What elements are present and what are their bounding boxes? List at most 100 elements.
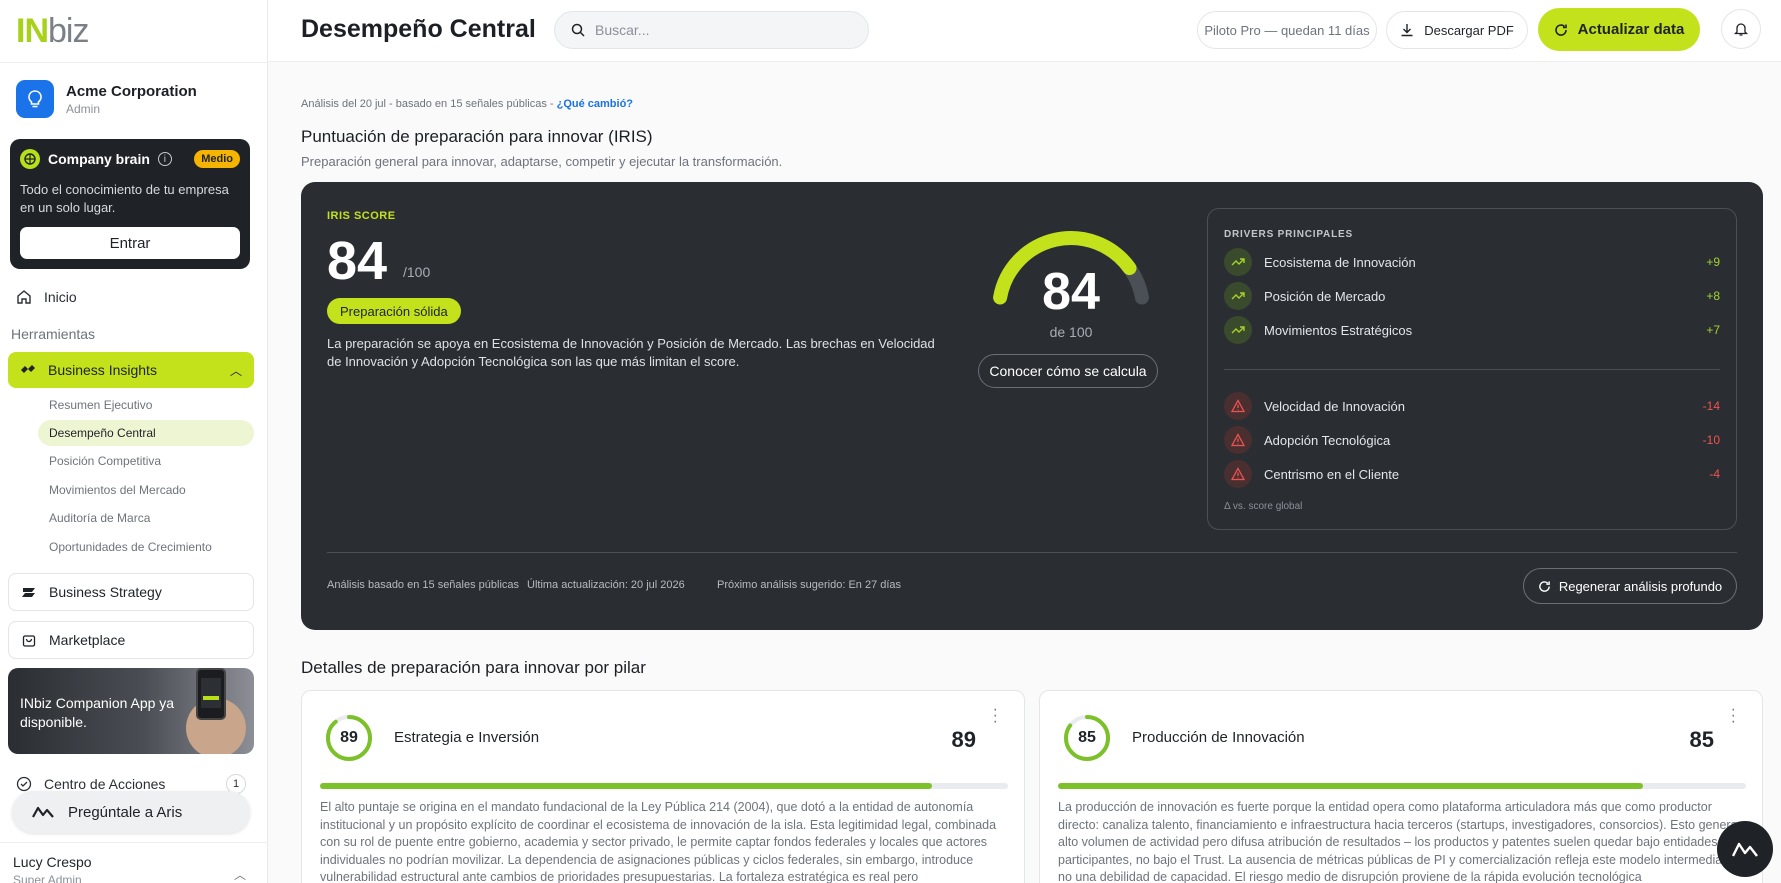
- search-icon: [571, 23, 585, 37]
- drivers-panel: DRIVERS PRINCIPALES Ecosistema de Innova…: [1207, 208, 1737, 530]
- insights-icon: [21, 365, 35, 373]
- warning-icon: [1224, 426, 1252, 454]
- ask-aris-button[interactable]: Pregúntale a Aris: [12, 791, 250, 833]
- strategy-icon: [22, 588, 35, 597]
- pillar-score: 85: [1689, 727, 1714, 752]
- brain-logo-icon: [20, 149, 40, 169]
- pillar-card: 85 Producción de Innovación 85 · · · La pr…: [1039, 690, 1763, 883]
- nav-business-insights[interactable]: Business Insights ︿: [8, 352, 254, 388]
- inbiz-logo[interactable]: INbiz: [16, 12, 89, 51]
- driver-name: Movimientos Estratégicos: [1264, 322, 1413, 338]
- nav-marketplace-label: Marketplace: [49, 632, 126, 648]
- iris-score-card: IRIS SCORE 84 /100 Preparación sólida La…: [301, 182, 1763, 630]
- ask-aris-label: Pregúntale a Aris: [68, 803, 183, 821]
- divider: [0, 62, 268, 63]
- top-header: Desempeño Central Buscar... Piloto Pro —…: [268, 0, 1781, 62]
- trending-up-icon: [1224, 282, 1252, 310]
- driver-delta: -10: [1702, 433, 1720, 447]
- trending-up-icon: [1224, 248, 1252, 276]
- search-input[interactable]: Buscar...: [554, 11, 869, 49]
- pilot-status-pill[interactable]: Piloto Pro — quedan 11 días: [1197, 11, 1377, 49]
- pillar-description: El alto puntaje se origina en el mandato…: [320, 800, 997, 883]
- iris-section-subtitle: Preparación general para innovar, adapta…: [301, 154, 783, 169]
- driver-row: Velocidad de Innovación -14: [1224, 391, 1720, 421]
- driver-row: Adopción Tecnológica -10: [1224, 425, 1720, 455]
- brain-level-badge: Medio: [194, 150, 240, 168]
- chevron-up-icon: ︿: [229, 363, 242, 378]
- driver-row: Posición de Mercado +8: [1224, 281, 1720, 311]
- trending-up-icon: [1224, 316, 1252, 344]
- driver-name: Posición de Mercado: [1264, 288, 1386, 304]
- home-icon: [17, 290, 31, 304]
- warning-icon: [1224, 460, 1252, 488]
- sidebar: INbiz Acme Corporation Admin Company bra…: [0, 0, 268, 883]
- update-data-button[interactable]: Actualizar data: [1538, 8, 1700, 51]
- driver-name: Adopción Tecnológica: [1264, 432, 1391, 448]
- driver-delta: +9: [1706, 255, 1720, 269]
- nav-business-strategy[interactable]: Business Strategy: [8, 573, 254, 611]
- drivers-divider: [1224, 369, 1720, 370]
- download-pdf-button[interactable]: Descargar PDF: [1386, 11, 1528, 49]
- download-pdf-label: Descargar PDF: [1424, 22, 1514, 38]
- sub-auditoria-marca[interactable]: Auditoría de Marca: [38, 505, 254, 531]
- footer-signals: Análisis basado en 15 señales públicas: [327, 579, 520, 591]
- search-placeholder: Buscar...: [595, 22, 650, 38]
- nav-inicio[interactable]: Inicio: [16, 289, 77, 305]
- section-herramientas: Herramientas: [11, 326, 96, 342]
- footer-next-analysis: Próximo análisis sugerido: En 27 días: [717, 579, 902, 591]
- shopping-bag-icon: [22, 635, 36, 647]
- sub-desempeno-central[interactable]: Desempeño Central: [38, 420, 254, 446]
- pillar-name: Producción de Innovación: [1132, 729, 1305, 746]
- companion-app-promo[interactable]: INbiz Companion App ya disponible.: [8, 668, 254, 754]
- page-title: Desempeño Central: [301, 15, 536, 43]
- readiness-badge: Preparación sólida: [327, 298, 461, 324]
- nav-inicio-label: Inicio: [44, 289, 77, 305]
- pillars-title: Detalles de preparación para innovar por…: [301, 658, 646, 677]
- brain-enter-button[interactable]: Entrar: [20, 227, 240, 259]
- driver-row: Ecosistema de Innovación +9: [1224, 247, 1720, 277]
- nav-business-strategy-label: Business Strategy: [49, 584, 162, 600]
- regenerate-analysis-button[interactable]: Regenerar análisis profundo: [1523, 568, 1737, 604]
- notifications-bell-icon[interactable]: [1721, 9, 1761, 49]
- aris-chat-fab[interactable]: [1717, 821, 1773, 877]
- pillar-score: 89: [951, 727, 976, 752]
- sub-oportunidades-crecimiento[interactable]: Oportunidades de Crecimiento: [38, 534, 254, 560]
- iris-divider: [327, 552, 1737, 553]
- driver-row: Centrismo en el Cliente -4: [1224, 459, 1720, 489]
- driver-row: Movimientos Estratégicos +7: [1224, 315, 1720, 345]
- driver-delta: -4: [1709, 467, 1720, 481]
- nav-marketplace[interactable]: Marketplace: [8, 621, 254, 659]
- info-icon[interactable]: i: [157, 152, 172, 166]
- sub-movimientos-mercado[interactable]: Movimientos del Mercado: [38, 477, 254, 503]
- pillar-progress-track: [320, 783, 1008, 789]
- org-name: Acme Corporation: [66, 82, 197, 100]
- gauge-subtitle: de 100: [1049, 324, 1093, 340]
- user-role: Super Admin: [13, 873, 82, 883]
- drivers-title: DRIVERS PRINCIPALES: [1224, 229, 1353, 240]
- what-changed-link[interactable]: ¿Qué cambió?: [557, 98, 633, 110]
- org-switcher[interactable]: Acme Corporation Admin: [16, 80, 197, 118]
- nav-acciones-label: Centro de Acciones: [44, 776, 166, 792]
- main-content: Análisis del 20 jul - basado en 15 señal…: [268, 62, 1781, 883]
- drivers-footnote: Δ vs. score global: [1224, 501, 1303, 512]
- more-vertical-icon[interactable]: · · ·: [1731, 702, 1736, 730]
- pillar-progress-fill: [320, 783, 933, 789]
- iris-description: La preparación se apoya en Ecosistema de…: [327, 336, 935, 369]
- pillar-description: La producción de innovación es fuerte po…: [1058, 800, 1740, 883]
- gauge-value: 84: [1042, 263, 1100, 321]
- driver-name: Ecosistema de Innovación: [1264, 254, 1416, 270]
- how-calculated-button[interactable]: Conocer cómo se calcula: [978, 354, 1158, 388]
- sub-resumen-ejecutivo[interactable]: Resumen Ejecutivo: [38, 392, 254, 418]
- iris-score-value: 84: [327, 231, 388, 291]
- pilot-status-label: Piloto Pro — quedan 11 días: [1204, 22, 1370, 38]
- footer-last-update: Última actualización: 20 jul 2026: [527, 579, 685, 591]
- more-vertical-icon[interactable]: · · ·: [993, 702, 998, 730]
- org-role: Admin: [66, 101, 101, 116]
- sub-posicion-competitiva[interactable]: Posición Competitiva: [38, 448, 254, 474]
- pillar-name: Estrategia e Inversión: [394, 729, 540, 746]
- pillar-card: 89 Estrategia e Inversión 89 · · · El alto…: [301, 690, 1025, 883]
- user-menu[interactable]: Lucy Crespo Super Admin: [13, 854, 92, 883]
- warning-icon: [1224, 392, 1252, 420]
- analysis-meta-text: Análisis del 20 jul - basado en 15 señal…: [301, 98, 557, 110]
- chevron-up-icon[interactable]: ︿: [234, 866, 246, 883]
